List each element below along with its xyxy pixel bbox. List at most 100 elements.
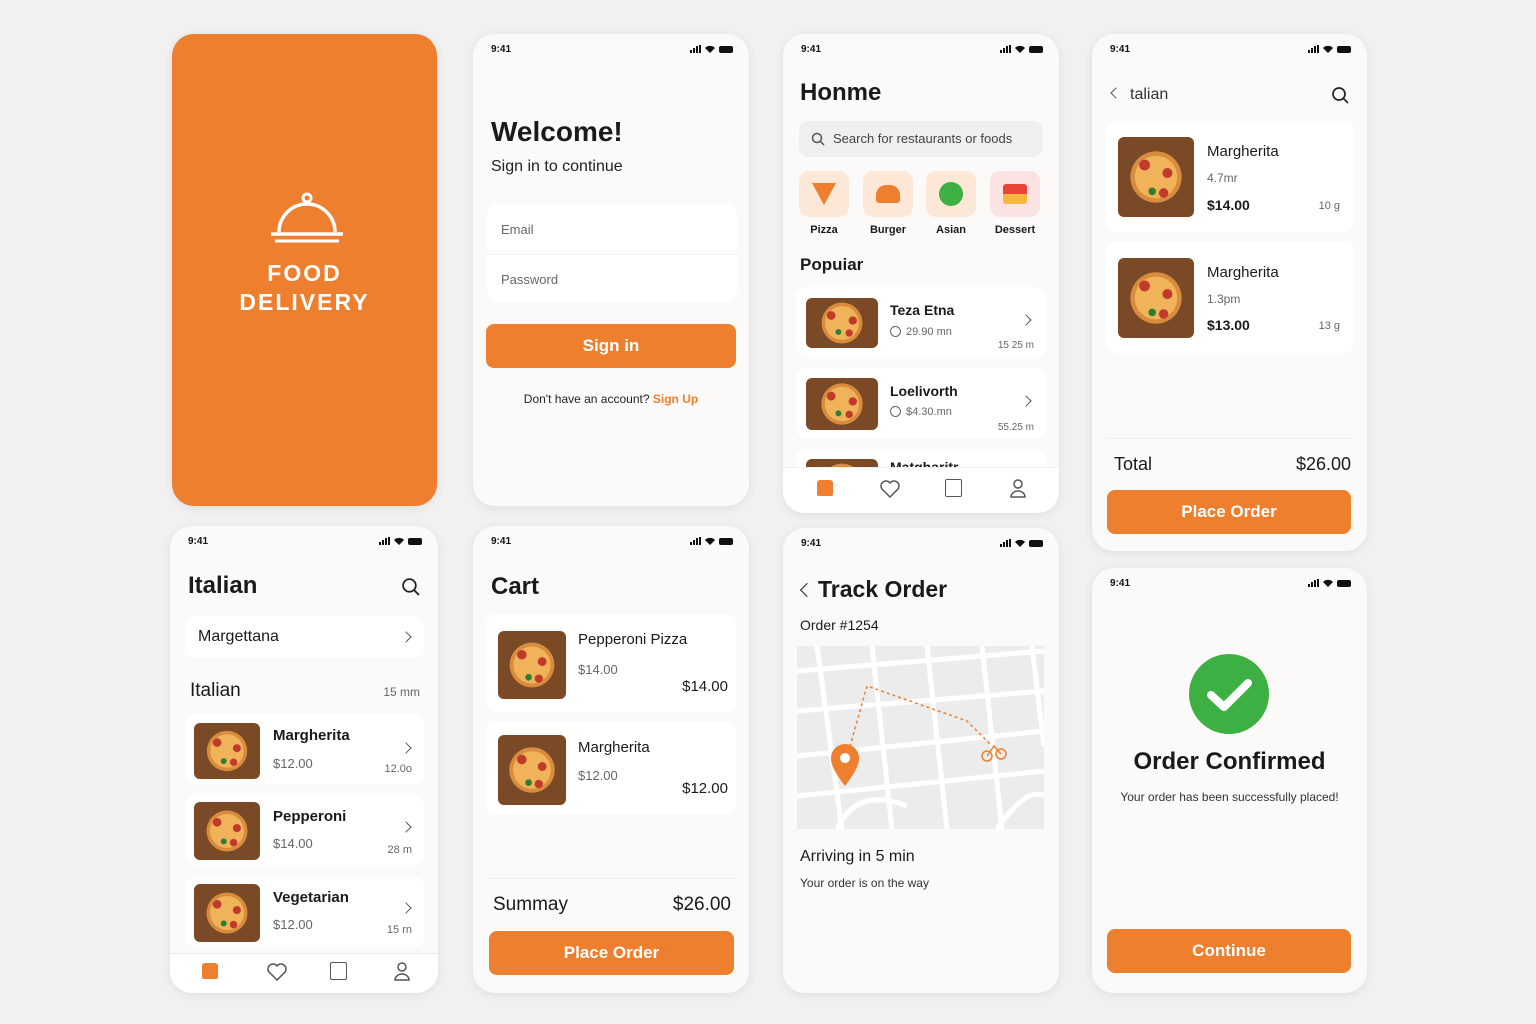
divider <box>1106 438 1353 439</box>
search-icon[interactable] <box>1331 86 1349 104</box>
item-name: Pepperoni <box>273 808 347 825</box>
bottom-nav <box>170 953 438 993</box>
category-burger[interactable] <box>863 171 913 217</box>
status-time: 9:41 <box>491 44 512 55</box>
back-icon[interactable] <box>1110 87 1122 99</box>
page-title: Honme <box>800 79 882 106</box>
profile-icon[interactable] <box>1009 478 1027 498</box>
confirmation-message: Your order has been successfully placed! <box>1120 790 1339 804</box>
place-order-button[interactable]: Place Order <box>1107 490 1351 534</box>
category-label-dessert: Dessert <box>994 224 1036 236</box>
signin-button[interactable]: Sign in <box>486 324 736 368</box>
heart-icon[interactable] <box>267 963 287 981</box>
food-image <box>194 884 260 942</box>
asian-icon <box>939 182 963 206</box>
list-item[interactable]: Margherita $12.00 12.0o <box>186 714 424 784</box>
status-bar: 9:41 <box>491 44 733 58</box>
item-name: Margherita <box>1207 264 1279 281</box>
summary-value: $26.00 <box>672 894 731 915</box>
italian-list-screen: 9:41 Italian Margettana Italian 15 mm Ma… <box>170 526 438 993</box>
wifi-icon <box>1015 45 1025 53</box>
track-order-screen: 9:41 Track Order Order #1254 Arriving in… <box>783 528 1059 993</box>
email-field[interactable]: Email <box>501 222 534 237</box>
arrival-text: Arriving in 5 min <box>800 848 915 865</box>
orders-icon[interactable] <box>945 479 962 497</box>
food-image <box>194 723 260 779</box>
search-icon[interactable] <box>401 577 420 596</box>
food-image <box>1118 258 1194 338</box>
wifi-icon <box>705 45 715 53</box>
search-input[interactable]: Search for restaurants or foods <box>799 121 1043 157</box>
home-icon[interactable] <box>202 963 218 979</box>
home-screen: 9:41 Honme Search for restaurants or foo… <box>783 34 1059 513</box>
order-confirmed-screen: 9:41 Order Confirmed Your order has been… <box>1092 568 1367 993</box>
list-item[interactable]: Teza Etna 29.90 mn 15 25 m <box>796 287 1046 357</box>
confirmation-title: Order Confirmed <box>1133 748 1326 775</box>
item-extra: 12.0o <box>384 763 412 775</box>
list-item[interactable]: Vegetarian $12.00 15 rn <box>186 877 424 947</box>
total-value: $26.00 <box>1295 454 1351 474</box>
item-name: Loelivorth <box>890 383 958 399</box>
cart-screen: 9:41 Cart Pepperoni Pizza $14.00 $14.00 … <box>473 526 749 993</box>
category-pizza[interactable] <box>799 171 849 217</box>
heart-icon[interactable] <box>880 480 900 498</box>
category-asian[interactable] <box>926 171 976 217</box>
burger-icon <box>876 185 900 203</box>
orders-icon[interactable] <box>330 962 347 980</box>
item-price: $12.00 <box>273 917 313 932</box>
list-item[interactable]: Pepperoni $14.00 28 m <box>186 795 424 865</box>
battery-icon <box>1337 579 1351 587</box>
food-image <box>194 802 260 860</box>
signal-icon <box>1308 45 1319 53</box>
checkmark-icon <box>1189 654 1269 734</box>
battery-icon <box>1029 539 1043 547</box>
signup-link[interactable]: Sign Up <box>653 392 698 406</box>
bottom-nav <box>783 467 1059 513</box>
clock-icon <box>890 406 901 417</box>
welcome-subtitle: Sign in to continue <box>491 158 623 175</box>
password-field[interactable]: Password <box>501 272 558 287</box>
list-item[interactable]: Loelivorth $4.30.mn 55.25 m <box>796 368 1046 438</box>
status-time: 9:41 <box>801 538 822 549</box>
wifi-icon <box>1323 579 1333 587</box>
list-item[interactable]: Margherita 4.7mr $14.00 10 g <box>1106 121 1354 232</box>
cart-item[interactable]: Margherita $12.00 $12.00 <box>486 722 736 814</box>
item-name: Margherita <box>273 727 350 744</box>
list-item[interactable]: Margherita 1.3pm $13.00 13 g <box>1106 242 1354 353</box>
status-time: 9:41 <box>1110 578 1131 589</box>
welcome-title: Welcome! <box>491 116 623 147</box>
item-meta: 4.7mr <box>1207 171 1238 185</box>
filter-selector[interactable]: Margettana <box>186 616 424 658</box>
order-number: Order #1254 <box>800 617 879 633</box>
battery-icon <box>719 45 733 53</box>
total-label: Total <box>1114 454 1153 474</box>
food-image <box>1118 137 1194 217</box>
italian-detail-screen: 9:41 talian Margherita 4.7mr $14.00 10 g… <box>1092 34 1367 551</box>
status-bar: 9:41 <box>801 538 1043 552</box>
filter-label: Margettana <box>198 628 279 645</box>
home-icon[interactable] <box>817 480 833 496</box>
page-title: Italian <box>188 572 258 599</box>
food-image <box>806 378 878 430</box>
item-total: $12.00 <box>682 780 728 797</box>
section-meta: 15 mm <box>383 685 420 699</box>
search-placeholder: Search for restaurants or foods <box>833 131 1013 146</box>
cart-item[interactable]: Pepperoni Pizza $14.00 $14.00 <box>486 614 736 712</box>
status-time: 9:41 <box>491 536 512 547</box>
clock-icon <box>890 326 901 337</box>
profile-icon[interactable] <box>393 961 411 981</box>
item-meta: 29.90 mn <box>906 326 952 338</box>
place-order-button[interactable]: Place Order <box>489 931 734 975</box>
back-icon[interactable] <box>799 582 815 598</box>
app-title-line1: FOOD <box>267 260 342 286</box>
chevron-right-icon <box>400 821 412 833</box>
chevron-right-icon <box>400 742 412 754</box>
category-dessert[interactable] <box>990 171 1040 217</box>
continue-button[interactable]: Continue <box>1107 929 1351 973</box>
page-title: Cart <box>491 573 540 600</box>
splash-screen: FOOD DELIVERY <box>172 34 437 506</box>
status-time: 9:41 <box>188 536 209 547</box>
wifi-icon <box>1015 539 1025 547</box>
app-title-line2: DELIVERY <box>239 289 370 315</box>
battery-icon <box>1337 45 1351 53</box>
